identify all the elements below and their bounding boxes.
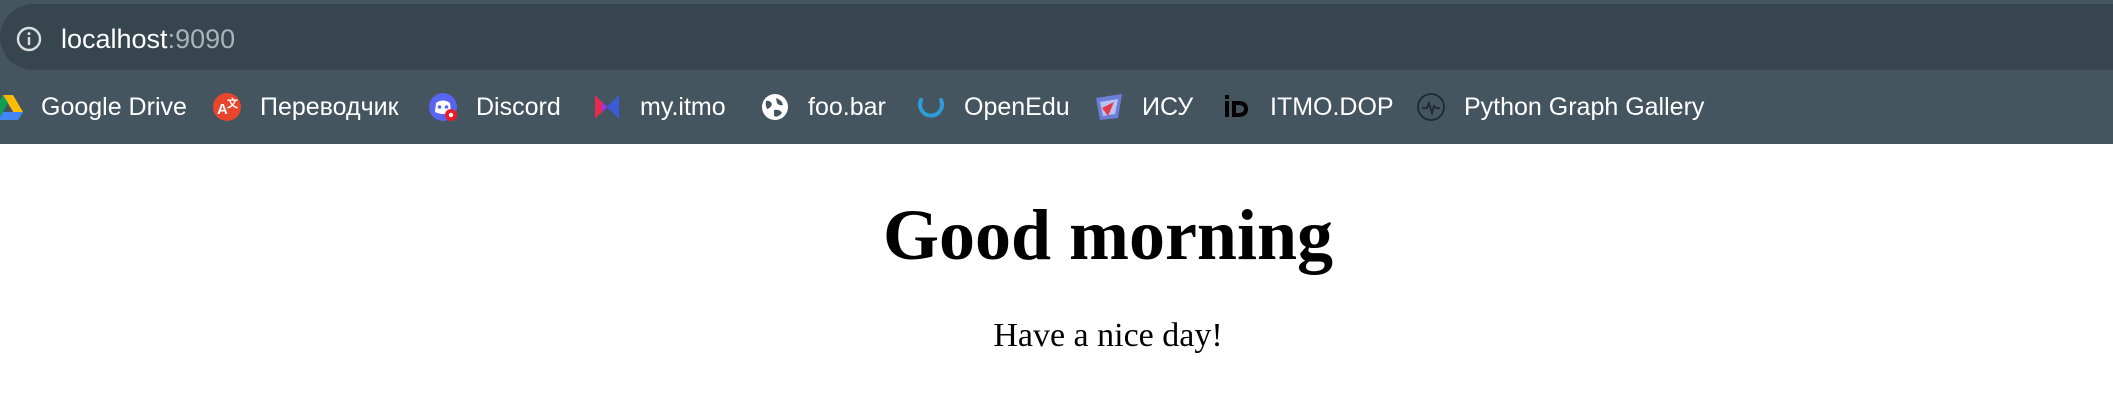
bookmark-foo-bar[interactable]: foo.bar — [760, 86, 886, 128]
bookmark-label: Discord — [476, 92, 561, 121]
python-graph-gallery-icon — [1416, 92, 1446, 122]
bookmark-my-itmo[interactable]: my.itmo — [592, 86, 726, 128]
translator-icon: A 文 — [212, 92, 242, 122]
bookmark-python-graph-gallery[interactable]: Python Graph Gallery — [1416, 86, 1704, 128]
address-bar[interactable]: localhost:9090 — [0, 4, 2113, 70]
itmo-dop-icon — [1222, 92, 1252, 122]
bookmark-itmo-dop[interactable]: ITMO.DOP — [1222, 86, 1394, 128]
my-itmo-icon — [592, 92, 622, 122]
bookmark-discord[interactable]: Discord — [428, 86, 561, 128]
bookmark-label: ITMO.DOP — [1270, 92, 1394, 121]
page-heading: Good morning — [882, 195, 1334, 275]
page-content: Good morning Have a nice day! — [0, 144, 2113, 417]
globe-icon — [760, 92, 790, 122]
bookmark-label: Python Graph Gallery — [1464, 92, 1705, 121]
bookmark-openedu[interactable]: OpenEdu — [916, 86, 1070, 128]
bookmark-google-drive[interactable]: Google Drive — [0, 86, 187, 128]
bookmark-label: ИСУ — [1142, 92, 1194, 121]
url-text[interactable]: localhost:9090 — [61, 21, 235, 57]
info-icon[interactable] — [16, 26, 42, 52]
bookmark-label: Google Drive — [41, 92, 187, 121]
bookmark-isu[interactable]: ИСУ — [1094, 86, 1193, 128]
page-subtext: Have a nice day! — [993, 317, 1223, 354]
url-host: localhost — [61, 24, 168, 54]
bookmark-label: my.itmo — [640, 92, 726, 121]
bookmark-label: foo.bar — [808, 92, 886, 121]
browser-toolbar: localhost:9090 Google Drive A 文 Переводч… — [0, 0, 2113, 144]
openedu-icon — [916, 92, 946, 122]
bookmark-label: Переводчик — [260, 92, 399, 121]
discord-icon — [428, 92, 458, 122]
google-drive-icon — [0, 92, 23, 122]
bookmark-label: OpenEdu — [964, 92, 1070, 121]
svg-text:文: 文 — [227, 96, 239, 110]
bookmark-translator[interactable]: A 文 Переводчик — [212, 86, 399, 128]
url-port: :9090 — [167, 24, 236, 54]
bookmarks-bar: Google Drive A 文 Переводчик Discord my.i… — [0, 86, 2113, 128]
isu-icon — [1094, 92, 1124, 122]
